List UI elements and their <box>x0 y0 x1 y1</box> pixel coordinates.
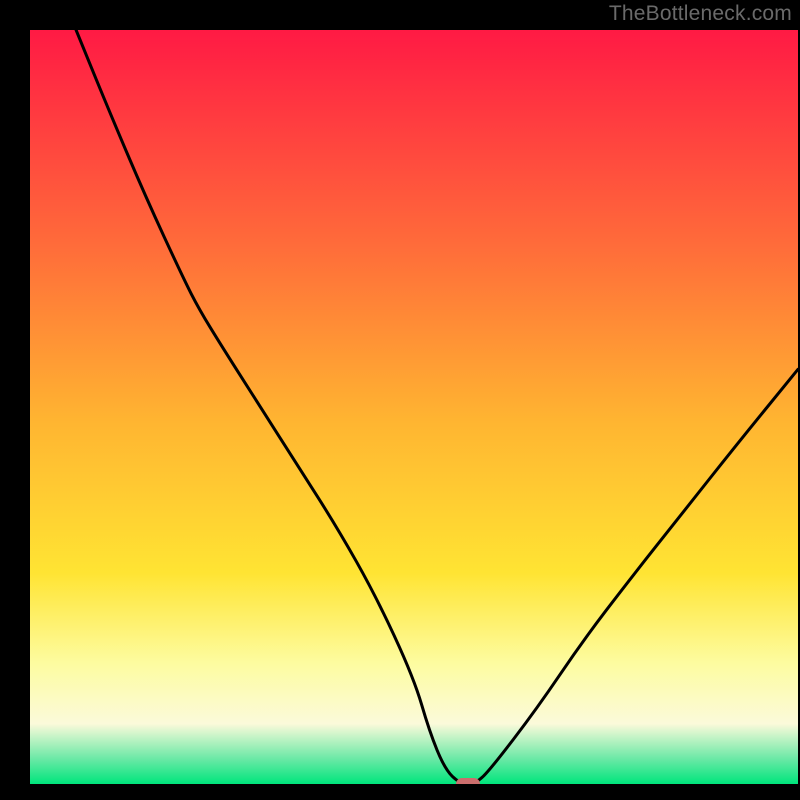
watermark-text: TheBottleneck.com <box>609 2 792 26</box>
optimal-marker <box>456 778 480 784</box>
chart-background <box>30 30 798 784</box>
chart-plot-area <box>30 30 798 784</box>
chart-svg <box>30 30 798 784</box>
